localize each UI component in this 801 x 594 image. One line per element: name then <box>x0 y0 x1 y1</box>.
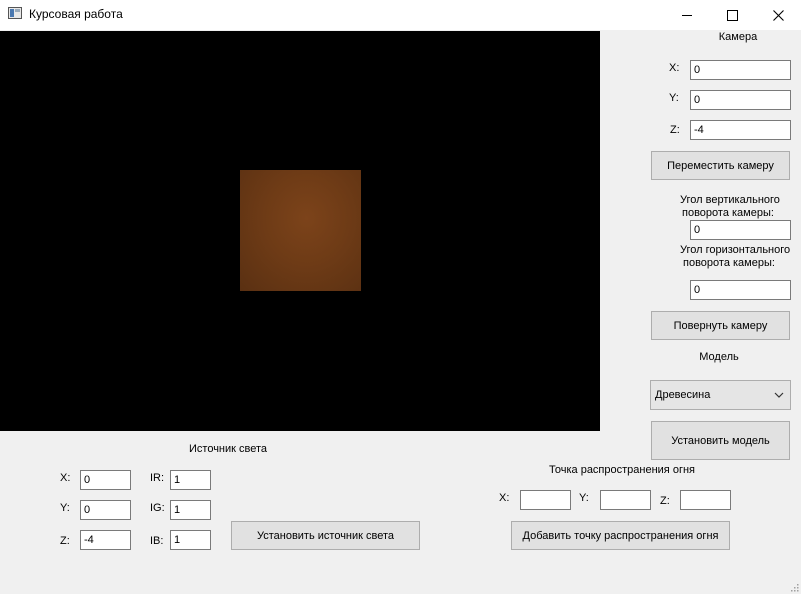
fire-heading: Точка распространения огня <box>549 464 695 476</box>
light-heading: Источник света <box>189 443 268 455</box>
fire-z-label: Z: <box>660 495 670 507</box>
fire-x-label: X: <box>499 492 510 504</box>
fire-y-field[interactable] <box>600 490 651 510</box>
horizontal-angle-field[interactable] <box>690 280 791 300</box>
maximize-icon <box>726 9 738 21</box>
maximize-button[interactable] <box>709 0 755 30</box>
app-icon <box>8 7 22 19</box>
camera-x-field[interactable] <box>690 60 791 80</box>
add-fire-point-button[interactable]: Добавить точку распространения огня <box>511 521 730 550</box>
chevron-down-icon <box>774 392 784 398</box>
light-ib-field[interactable] <box>170 530 211 550</box>
fire-y-label: Y: <box>579 492 589 504</box>
window-title: Курсовая работа <box>29 7 123 21</box>
rendered-wood-model <box>240 170 361 291</box>
light-z-label: Z: <box>60 535 70 547</box>
light-ig-field[interactable] <box>170 500 211 520</box>
model-dropdown-value: Древесина <box>655 389 711 401</box>
fire-z-field[interactable] <box>680 490 731 510</box>
camera-y-field[interactable] <box>690 90 791 110</box>
set-model-button[interactable]: Установить модель <box>651 421 790 460</box>
light-ir-label: IR: <box>150 472 165 484</box>
render-viewport[interactable] <box>0 31 600 431</box>
camera-z-label: Z: <box>670 124 680 136</box>
vertical-angle-field[interactable] <box>690 220 791 240</box>
resize-grip-icon[interactable] <box>789 582 799 592</box>
light-ib-label: IB: <box>150 535 164 547</box>
fire-x-field[interactable] <box>520 490 571 510</box>
light-y-label: Y: <box>60 502 70 514</box>
minimize-button[interactable] <box>664 0 710 30</box>
camera-z-field[interactable] <box>690 120 791 140</box>
vertical-angle-label: Угол вертикального <box>680 194 780 206</box>
light-x-label: X: <box>60 472 71 484</box>
close-button[interactable] <box>755 0 801 30</box>
horizontal-angle-label: Угол горизонтального <box>680 244 791 256</box>
rotate-camera-button[interactable]: Повернуть камеру <box>651 311 790 340</box>
light-x-field[interactable] <box>80 470 131 490</box>
light-ir-field[interactable] <box>170 470 211 490</box>
horizontal-angle-label-line2: поворота камеры: <box>683 257 775 269</box>
close-icon <box>772 9 784 21</box>
light-ig-label: IG: <box>150 502 165 514</box>
title-bar: Курсовая работа <box>0 0 801 30</box>
camera-heading: Камера <box>718 31 758 43</box>
model-dropdown[interactable]: Древесина <box>650 380 791 410</box>
camera-y-label: Y: <box>669 92 679 104</box>
light-y-field[interactable] <box>80 500 131 520</box>
model-heading: Модель <box>699 351 739 363</box>
light-z-field[interactable] <box>80 530 131 550</box>
minimize-icon <box>682 14 692 16</box>
set-light-button[interactable]: Установить источник света <box>231 521 420 550</box>
camera-x-label: X: <box>669 62 680 74</box>
move-camera-button[interactable]: Переместить камеру <box>651 151 790 180</box>
vertical-angle-label-line2: поворота камеры: <box>682 207 774 219</box>
